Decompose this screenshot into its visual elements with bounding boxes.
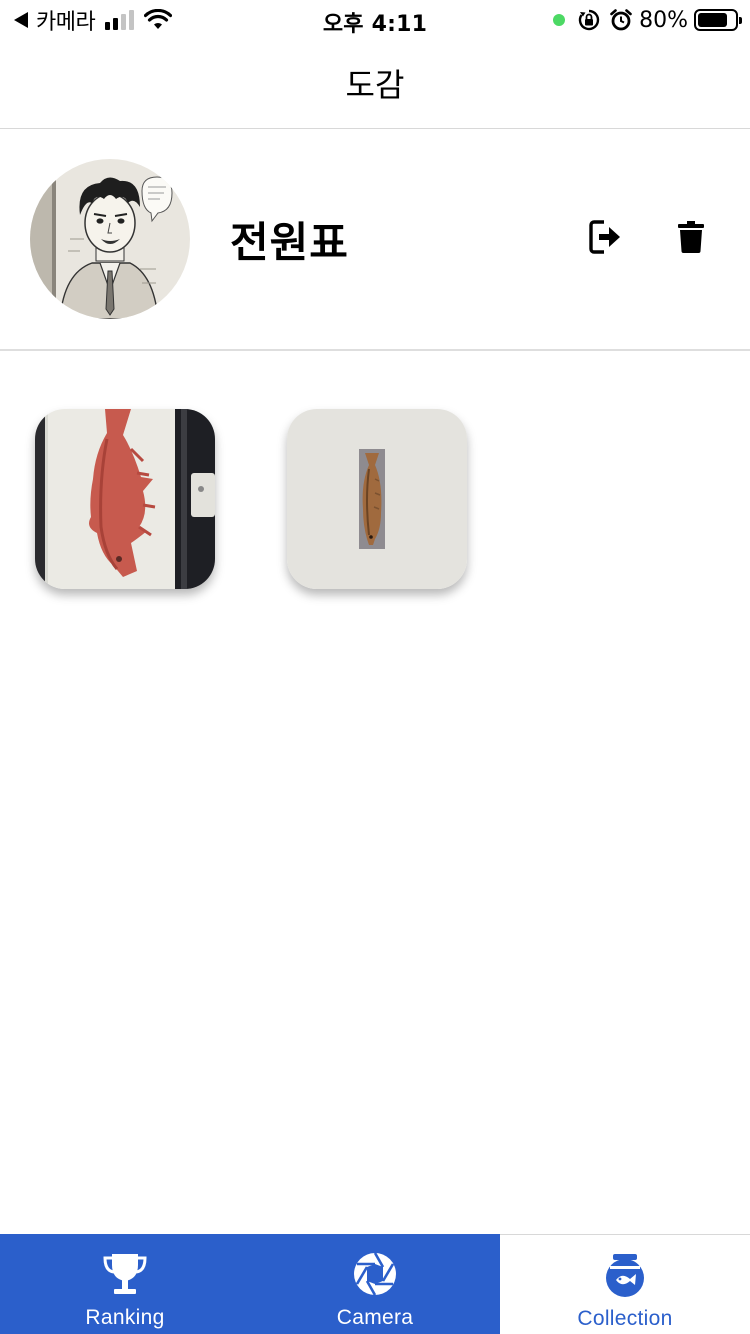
tab-collection[interactable]: Collection: [500, 1234, 750, 1334]
battery-percent: 80%: [639, 7, 688, 33]
tab-ranking[interactable]: Ranking: [0, 1234, 250, 1334]
red-fish-photo: [35, 409, 215, 589]
tab-collection-icon-wrap: [602, 1251, 648, 1299]
tab-camera-icon-wrap: [352, 1250, 398, 1298]
page-title: 도감: [345, 66, 405, 104]
profile-section: 전원표: [0, 129, 750, 351]
tab-bar: Ranking Camera Collection: [0, 1234, 750, 1334]
trophy-icon: [103, 1254, 147, 1294]
collection-item[interactable]: [35, 409, 215, 589]
nav-header: 도감: [0, 40, 750, 129]
delete-account-button[interactable]: [671, 217, 711, 257]
battery-cap: [739, 17, 742, 24]
tab-camera[interactable]: Camera: [250, 1234, 500, 1334]
tab-collection-label: Collection: [577, 1307, 673, 1330]
logout-button[interactable]: [585, 217, 625, 257]
status-bar: 카메라 오후 4:11 80%: [0, 0, 750, 40]
status-bar-right: 80%: [553, 6, 742, 34]
collection-item[interactable]: [287, 409, 467, 589]
user-name: 전원표: [230, 218, 349, 267]
avatar[interactable]: [30, 159, 190, 319]
tab-ranking-label: Ranking: [85, 1306, 165, 1329]
alarm-icon: [610, 9, 632, 31]
green-dot-icon: [553, 14, 566, 26]
fishbowl-icon: [606, 1254, 644, 1297]
battery-fill: [698, 13, 727, 27]
logout-icon: [589, 220, 620, 254]
battery-icon: [694, 9, 742, 31]
orientation-lock-icon: [578, 9, 600, 31]
trash-icon: [678, 221, 704, 253]
brown-fish-photo: [287, 409, 467, 589]
tab-camera-label: Camera: [336, 1306, 414, 1329]
aperture-icon: [354, 1252, 396, 1296]
tab-ranking-icon-wrap: [102, 1250, 148, 1298]
manga-character-avatar: [30, 159, 190, 319]
